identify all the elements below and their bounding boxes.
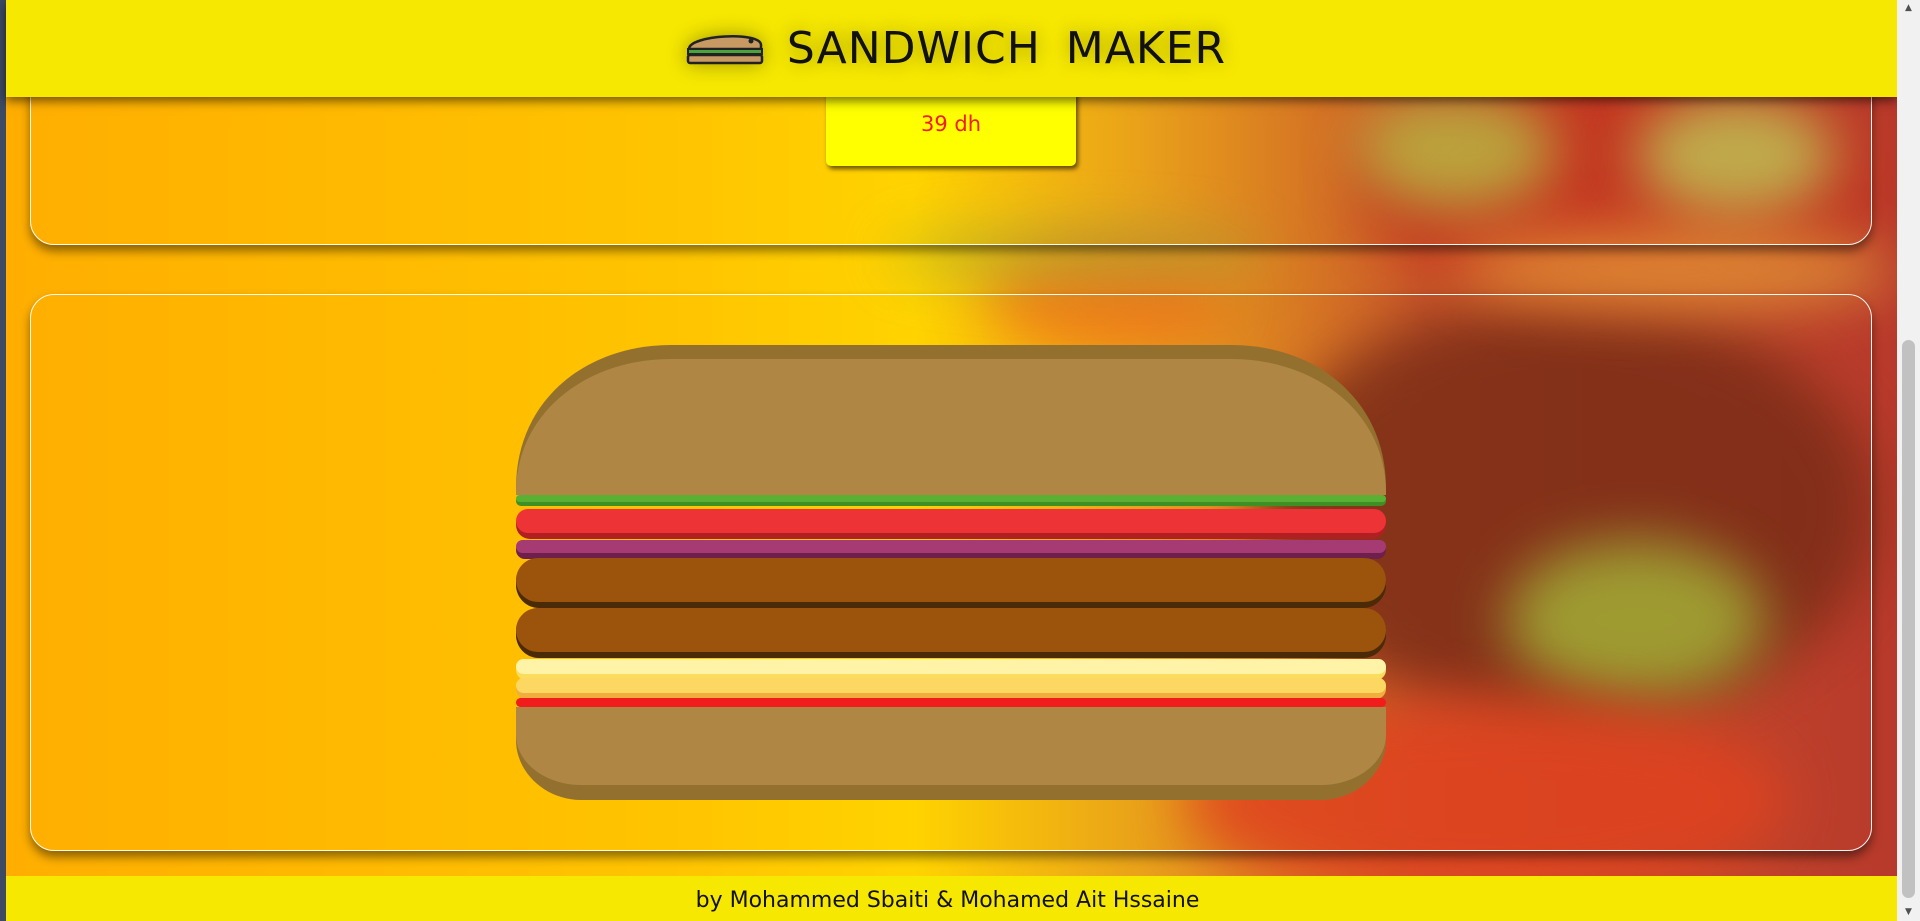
price-value: 39 dh [920, 112, 982, 136]
bread-top-layer [516, 345, 1386, 495]
meat-patty-layer [516, 558, 1386, 608]
cheese-layer [516, 659, 1386, 680]
app-header: SANDWICH MAKER [6, 0, 1897, 97]
scroll-up-arrow-icon[interactable]: ▲ [1897, 0, 1920, 17]
price-card: 39 dh [826, 90, 1076, 166]
ketchup-layer [516, 698, 1386, 707]
scroll-thumb[interactable] [1902, 340, 1915, 898]
meat-patty-layer [516, 608, 1386, 658]
cheese-layer [516, 678, 1386, 699]
sandwich-preview [516, 345, 1386, 800]
brand: SANDWICH MAKER [685, 23, 1226, 74]
tomato-layer [516, 509, 1386, 539]
credits-text: by Mohammed Sbaiti & Mohamed Ait Hssaine [695, 888, 1200, 913]
sandwich-illustration [516, 345, 1386, 800]
lettuce-layer [516, 495, 1386, 506]
app-footer: by Mohammed Sbaiti & Mohamed Ait Hssaine [6, 876, 1897, 921]
bread-bottom-layer [516, 707, 1386, 800]
app-title: SANDWICH MAKER [786, 23, 1227, 74]
page-scrollbar[interactable]: ▲ ▼ [1897, 0, 1920, 921]
scroll-down-arrow-icon[interactable]: ▼ [1897, 904, 1920, 921]
onion-layer [516, 540, 1386, 559]
sandwich-icon [686, 34, 764, 64]
